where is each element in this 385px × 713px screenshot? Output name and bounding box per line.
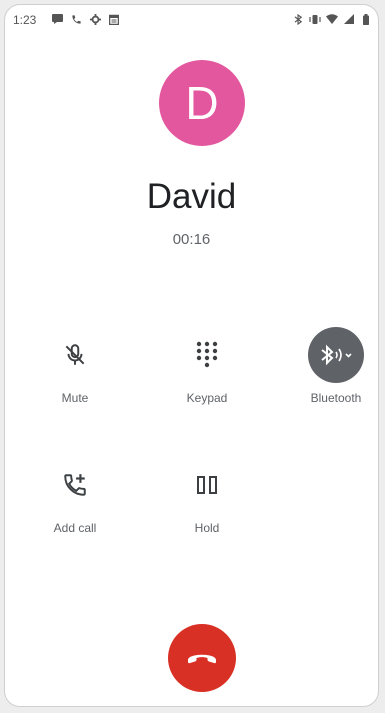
status-time: 1:23 <box>13 13 37 27</box>
add-call-icon-wrap[interactable] <box>47 457 103 513</box>
hold-label: Hold <box>194 521 220 535</box>
settings-icon <box>89 13 101 25</box>
bluetooth-icon <box>292 13 304 25</box>
mic-off-icon <box>65 344 85 365</box>
vibrate-icon <box>309 13 321 25</box>
add-call-label: Add call <box>53 521 97 535</box>
battery-icon <box>360 13 372 25</box>
contact-name: David <box>146 177 237 216</box>
add-call-icon <box>64 474 86 496</box>
mute-icon-wrap[interactable] <box>47 327 103 383</box>
system-status-icons <box>292 13 372 25</box>
mute-button[interactable]: Mute <box>25 327 125 417</box>
pause-icon <box>197 476 217 494</box>
contact-avatar: D <box>159 60 245 146</box>
end-call-button[interactable] <box>168 624 236 692</box>
call-timer: 00:16 <box>172 231 211 248</box>
phone-icon <box>70 13 82 25</box>
status-bar: 1:23 <box>5 5 378 35</box>
phone-screen: 1:23 D David 00:16 Mute Keypad Bluetooth… <box>4 4 379 707</box>
avatar-initial: D <box>185 77 219 129</box>
keypad-button[interactable]: Keypad <box>157 327 257 417</box>
bluetooth-audio-icon <box>321 344 352 366</box>
bluetooth-button[interactable]: Bluetooth <box>286 327 378 417</box>
bluetooth-label: Bluetooth <box>310 391 362 405</box>
hold-button[interactable]: Hold <box>157 457 257 547</box>
keypad-label: Keypad <box>186 391 228 405</box>
signal-icon <box>343 13 355 25</box>
keypad-icon-wrap[interactable] <box>179 327 235 383</box>
bluetooth-icon-wrap[interactable] <box>308 327 364 383</box>
wifi-icon <box>326 13 338 25</box>
hang-up-icon <box>188 654 216 664</box>
calendar-icon <box>108 13 120 25</box>
add-call-button[interactable]: Add call <box>25 457 125 547</box>
message-icon <box>51 13 63 25</box>
notification-icons <box>51 13 120 25</box>
dialpad-icon <box>196 341 218 368</box>
hold-icon-wrap[interactable] <box>179 457 235 513</box>
mute-label: Mute <box>61 391 89 405</box>
